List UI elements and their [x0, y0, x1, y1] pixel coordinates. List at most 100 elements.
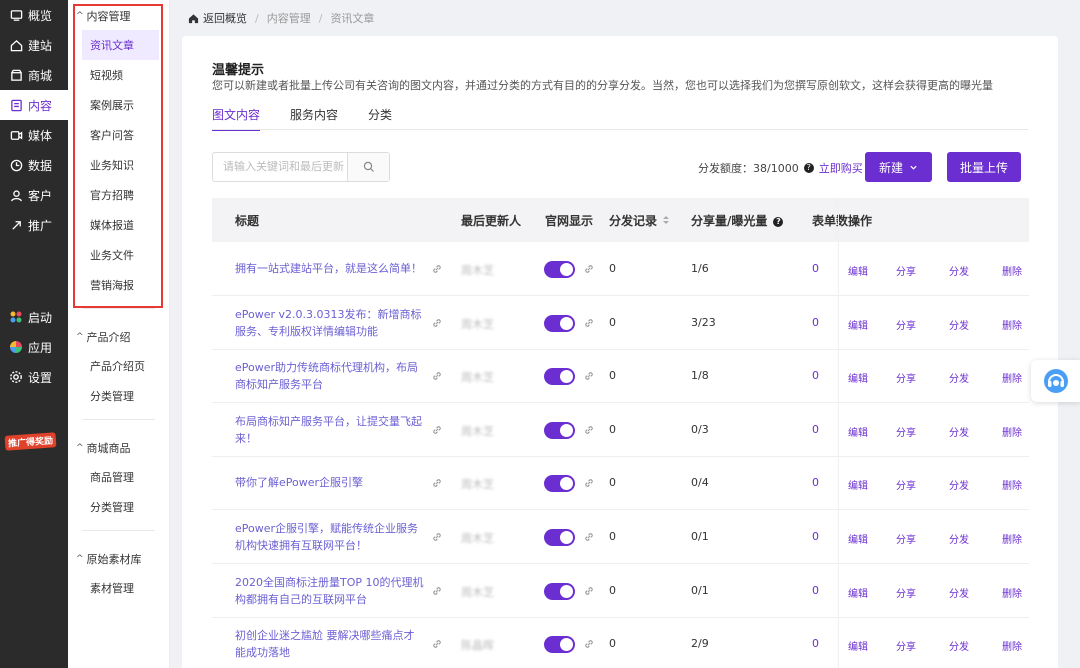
link-icon[interactable] — [431, 263, 443, 278]
new-button[interactable]: 新建 — [865, 152, 932, 182]
form-count[interactable]: 0 — [812, 369, 819, 382]
sidebar-group-header[interactable]: ^ 原始素材库 — [68, 545, 169, 573]
nav-item-data[interactable]: 数据 — [0, 150, 68, 180]
nav-item-document[interactable]: 内容 — [0, 90, 68, 120]
link-icon[interactable] — [583, 585, 595, 600]
link-icon[interactable] — [431, 317, 443, 332]
edit-button[interactable]: 编辑 — [848, 263, 868, 278]
delete-button[interactable]: 删除 — [1002, 531, 1022, 546]
website-display-toggle[interactable] — [544, 529, 575, 546]
edit-button[interactable]: 编辑 — [848, 477, 868, 492]
website-display-toggle[interactable] — [544, 421, 575, 439]
nav-item-home[interactable]: 建站 — [0, 30, 68, 60]
sidebar-item[interactable]: 分类管理 — [68, 381, 169, 411]
form-count[interactable]: 0 — [812, 262, 819, 275]
share-button[interactable]: 分享 — [896, 531, 916, 546]
link-icon[interactable] — [583, 370, 595, 385]
distribute-button[interactable]: 分发 — [949, 531, 969, 546]
help-icon[interactable]: ? — [803, 163, 814, 173]
article-title[interactable]: ePower助力传统商标代理机构，布局商标知产服务平台 — [235, 359, 425, 393]
nav-item-apps[interactable]: 应用 — [0, 332, 68, 362]
article-title[interactable]: 布局商标知产服务平台，让提交量飞起来！ — [235, 413, 425, 447]
tab-article-content[interactable]: 图文内容 — [212, 106, 261, 131]
distribute-button[interactable]: 分发 — [949, 477, 969, 492]
link-icon[interactable] — [431, 638, 443, 653]
website-display-toggle[interactable] — [544, 261, 575, 278]
article-title[interactable]: ePower v2.0.3.0313发布：新增商标服务、专利版权详情编辑功能 — [235, 306, 425, 340]
link-icon[interactable] — [431, 370, 443, 385]
delete-button[interactable]: 删除 — [1002, 638, 1022, 653]
distribute-button[interactable]: 分发 — [949, 424, 969, 439]
website-display-toggle[interactable] — [544, 368, 575, 386]
sidebar-group-header[interactable]: ^ 商城商品 — [68, 434, 169, 462]
nav-item-launch[interactable]: 启动 — [0, 302, 68, 332]
link-icon[interactable] — [583, 424, 595, 439]
delete-button[interactable]: 删除 — [1002, 477, 1022, 492]
form-count[interactable]: 0 — [812, 637, 819, 650]
share-button[interactable]: 分享 — [896, 263, 916, 278]
share-button[interactable]: 分享 — [896, 638, 916, 653]
share-button[interactable]: 分享 — [896, 370, 916, 385]
nav-item-customer[interactable]: 客户 — [0, 180, 68, 210]
form-count[interactable]: 0 — [812, 476, 819, 489]
nav-item-settings[interactable]: 设置 — [0, 362, 68, 392]
sidebar-item[interactable]: 商品管理 — [68, 462, 169, 492]
share-button[interactable]: 分享 — [896, 317, 916, 332]
delete-button[interactable]: 删除 — [1002, 263, 1022, 278]
nav-item-promote[interactable]: 推广 — [0, 210, 68, 240]
website-display-toggle[interactable] — [544, 475, 575, 493]
delete-button[interactable]: 删除 — [1002, 317, 1022, 332]
link-icon[interactable] — [583, 638, 595, 653]
distribute-button[interactable]: 分发 — [949, 263, 969, 278]
search-button[interactable] — [347, 153, 389, 181]
link-icon[interactable] — [431, 585, 443, 600]
website-display-toggle[interactable] — [544, 636, 575, 654]
tab-service-content[interactable]: 服务内容 — [290, 106, 338, 131]
delete-button[interactable]: 删除 — [1002, 585, 1022, 600]
share-button[interactable]: 分享 — [896, 477, 916, 492]
nav-item-overview[interactable]: 概览 — [0, 0, 68, 30]
link-icon[interactable] — [431, 477, 443, 492]
edit-button[interactable]: 编辑 — [848, 638, 868, 653]
distribute-button[interactable]: 分发 — [949, 317, 969, 332]
link-icon[interactable] — [431, 531, 443, 546]
edit-button[interactable]: 编辑 — [848, 585, 868, 600]
sidebar-item[interactable]: 分类管理 — [68, 492, 169, 522]
link-icon[interactable] — [583, 477, 595, 492]
link-icon[interactable] — [431, 424, 443, 439]
distribute-button[interactable]: 分发 — [949, 370, 969, 385]
form-count[interactable]: 0 — [812, 423, 819, 436]
promo-banner[interactable]: 推广得奖励 — [0, 420, 68, 460]
buy-link[interactable]: 立即购买 — [819, 160, 863, 176]
form-count[interactable]: 0 — [812, 316, 819, 329]
back-link[interactable]: 返回概览 — [188, 10, 247, 26]
distribute-button[interactable]: 分发 — [949, 638, 969, 653]
article-title[interactable]: 2020全国商标注册量TOP 10的代理机构都拥有自己的互联网平台 — [235, 574, 425, 608]
nav-item-media[interactable]: 媒体 — [0, 120, 68, 150]
sidebar-group-header[interactable]: ^ 产品介绍 — [68, 323, 169, 351]
customer-support-button[interactable] — [1031, 360, 1080, 402]
edit-button[interactable]: 编辑 — [848, 531, 868, 546]
article-title[interactable]: 带你了解ePower企服引擎 — [235, 474, 425, 491]
edit-button[interactable]: 编辑 — [848, 424, 868, 439]
link-icon[interactable] — [583, 263, 595, 278]
article-title[interactable]: 初创企业迷之尴尬 要解决哪些痛点才能成功落地 — [235, 627, 425, 661]
batch-upload-button[interactable]: 批量上传 — [947, 152, 1021, 182]
edit-button[interactable]: 编辑 — [848, 370, 868, 385]
breadcrumb-level1[interactable]: 内容管理 — [267, 10, 311, 26]
article-title[interactable]: ePower企服引擎，赋能传统企业服务机构快速拥有互联网平台！ — [235, 520, 425, 554]
article-title[interactable]: 拥有一站式建站平台，就是这么简单！ — [235, 260, 425, 277]
edit-button[interactable]: 编辑 — [848, 317, 868, 332]
delete-button[interactable]: 删除 — [1002, 370, 1022, 385]
website-display-toggle[interactable] — [544, 582, 575, 600]
sidebar-item[interactable]: 素材管理 — [68, 573, 169, 603]
distribute-button[interactable]: 分发 — [949, 585, 969, 600]
form-count[interactable]: 0 — [812, 584, 819, 597]
search-input[interactable] — [213, 153, 347, 181]
tab-category[interactable]: 分类 — [368, 106, 392, 131]
link-icon[interactable] — [583, 531, 595, 546]
share-button[interactable]: 分享 — [896, 585, 916, 600]
form-count[interactable]: 0 — [812, 530, 819, 543]
website-display-toggle[interactable] — [544, 314, 575, 332]
delete-button[interactable]: 删除 — [1002, 424, 1022, 439]
